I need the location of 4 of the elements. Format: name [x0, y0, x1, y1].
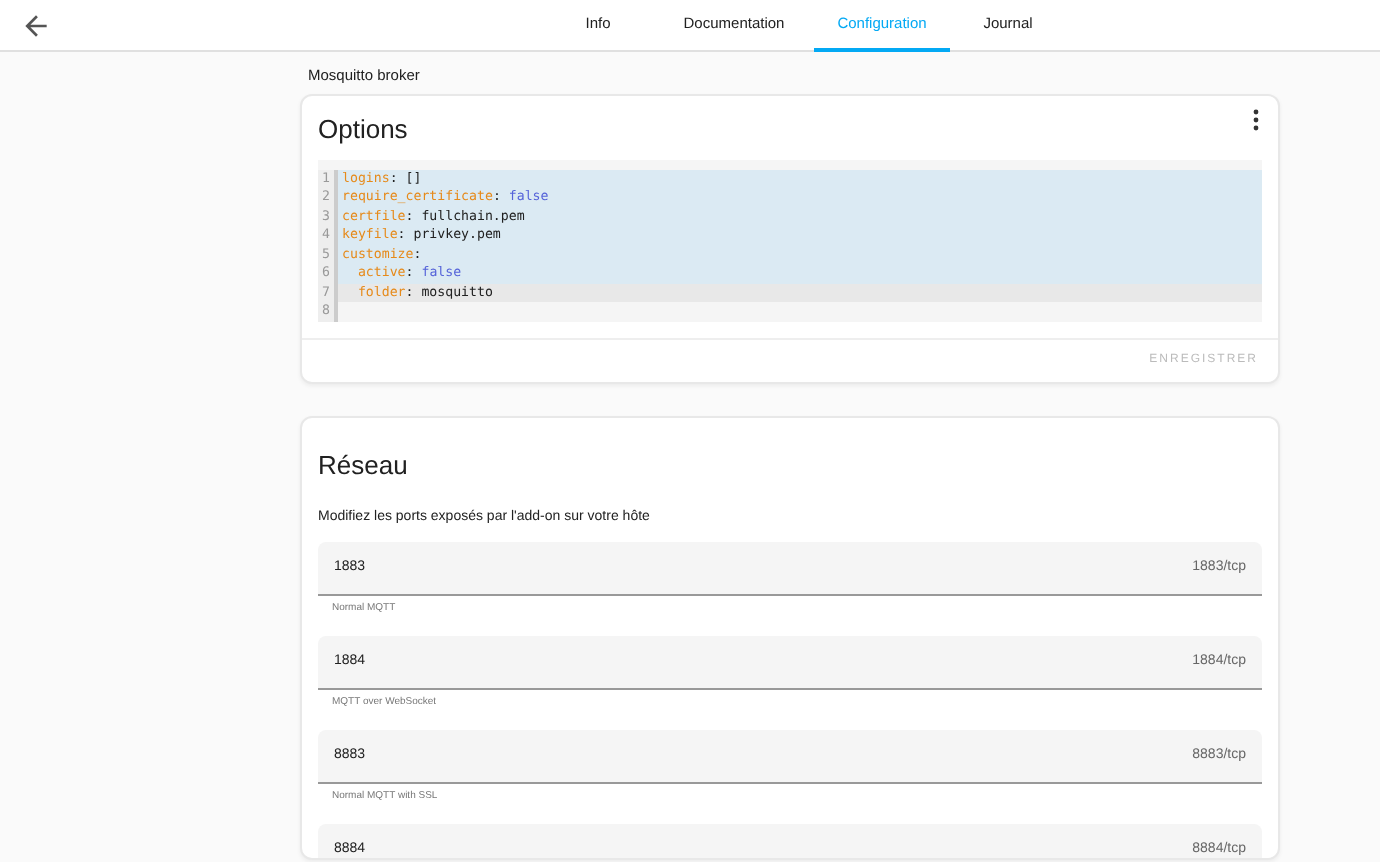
more-menu-button[interactable]: [1248, 108, 1264, 133]
back-arrow-icon: [20, 10, 52, 42]
card-title: Options: [316, 112, 410, 146]
card-title: Réseau: [316, 447, 410, 481]
